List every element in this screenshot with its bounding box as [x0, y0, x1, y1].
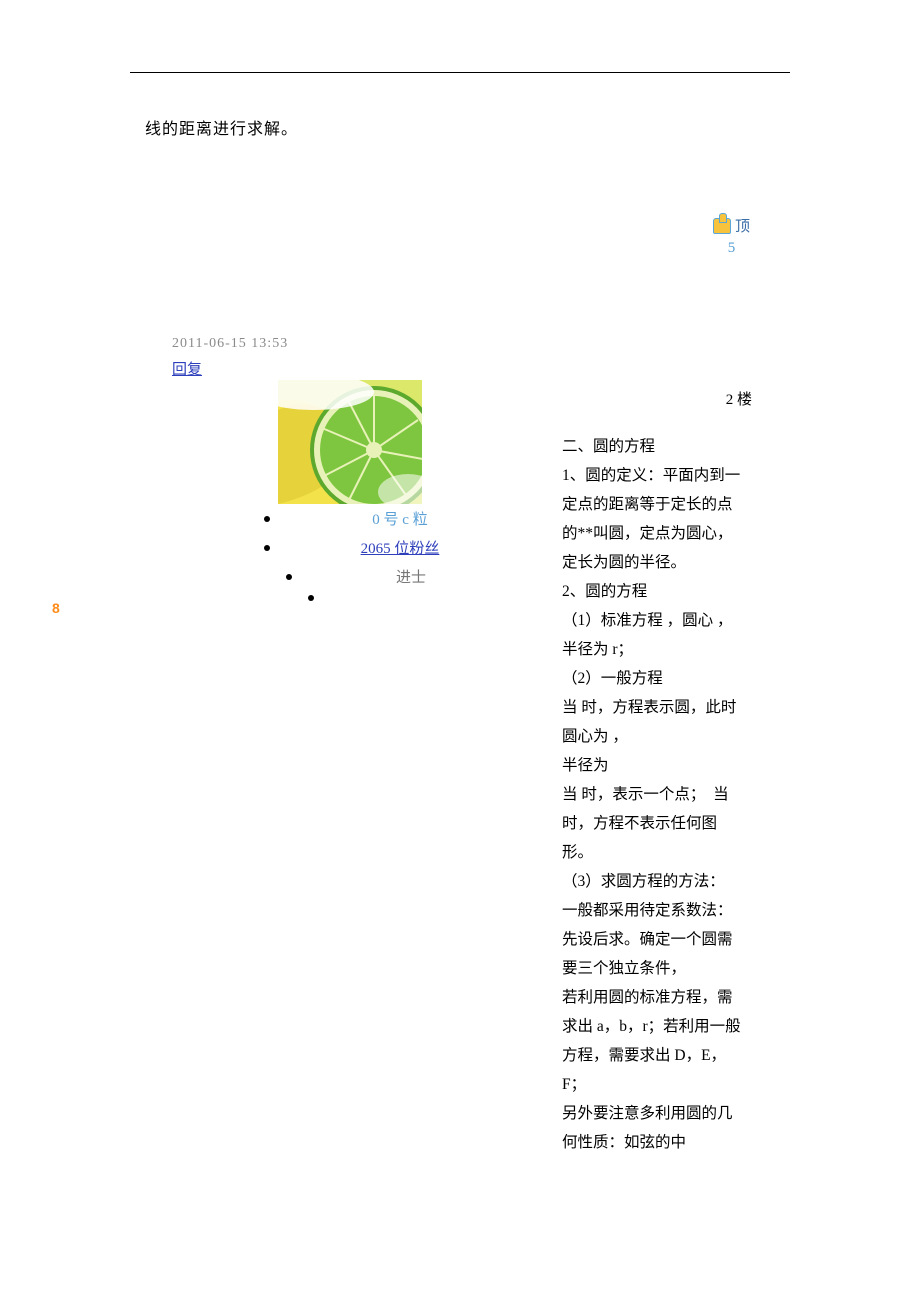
thumbs-up-icon — [713, 218, 731, 234]
content-paragraph: 1、圆的定义：平面内到一定点的距离等于定长的点的**叫圆，定点为圆心，定长为圆的… — [562, 461, 747, 577]
content-paragraph: （1）标准方程 ，圆心 ，半径为 r； — [562, 606, 747, 664]
content-paragraph: 当 时，方程表示圆，此时圆心为 ， — [562, 693, 747, 751]
post-timestamp: 2011-06-15 13:53 — [172, 336, 288, 352]
user-rank: 进士 — [342, 566, 480, 587]
list-item: 2065 位粉丝 — [264, 537, 480, 558]
bullet-icon — [308, 595, 314, 601]
like-block[interactable]: 顶 5 — [713, 215, 750, 257]
bullet-icon — [264, 545, 270, 551]
content-paragraph: 半径为 — [562, 751, 747, 780]
user-name-link[interactable]: 0 号 c 粒 — [320, 508, 480, 529]
fragment-text: 线的距离进行求解。 — [145, 115, 298, 139]
user-avatar[interactable] — [278, 380, 422, 504]
content-paragraph: 2、圆的方程 — [562, 577, 747, 606]
user-info-list: 0 号 c 粒 2065 位粉丝 进士 — [220, 494, 480, 609]
reply-link[interactable]: 回复 — [172, 358, 202, 379]
post-content: 二、圆的方程 1、圆的定义：平面内到一定点的距离等于定长的点的**叫圆，定点为圆… — [562, 432, 747, 1157]
like-count: 5 — [713, 240, 750, 257]
page-side-marker: 8 — [52, 600, 60, 616]
like-label: 顶 — [735, 215, 750, 236]
list-item: 进士 — [286, 566, 480, 587]
content-paragraph: 若利用圆的标准方程，需求出 a，b，r；若利用一般方程，需要求出 D，E，F； — [562, 983, 747, 1099]
bullet-icon — [286, 574, 292, 580]
content-paragraph: （3）求圆方程的方法： — [562, 867, 747, 896]
content-paragraph: 一般都采用待定系数法：先设后求。确定一个圆需要三个独立条件， — [562, 896, 747, 983]
floor-number: 2 楼 — [726, 388, 752, 409]
content-paragraph: （2）一般方程 — [562, 664, 747, 693]
content-paragraph: 另外要注意多利用圆的几何性质：如弦的中 — [562, 1099, 747, 1157]
user-fans-link[interactable]: 2065 位粉丝 — [320, 537, 480, 558]
bullet-icon — [264, 516, 270, 522]
list-item: 0 号 c 粒 — [264, 508, 480, 529]
list-item — [308, 595, 480, 601]
list-item — [240, 494, 480, 500]
content-heading: 二、圆的方程 — [562, 432, 747, 461]
avatar-image-icon — [278, 380, 422, 504]
top-horizontal-rule — [130, 72, 790, 73]
content-paragraph: 当 时，表示一个点； 当 时，方程不表示任何图形。 — [562, 780, 747, 867]
